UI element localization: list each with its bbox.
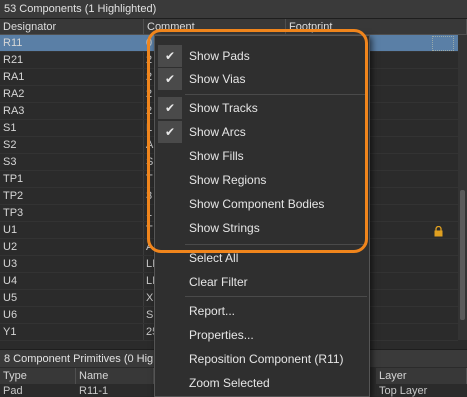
primitive-layer-cell: Top Layer <box>379 385 428 397</box>
designator-cell: TP3 <box>3 207 24 219</box>
primitive-name-cell: R11-1 <box>79 385 109 397</box>
menu-item-clear-filter[interactable]: Clear Filter <box>155 270 369 294</box>
menu-item-label: Clear Filter <box>189 275 248 289</box>
designator-cell: TP2 <box>3 190 24 202</box>
menu-item-label: Properties... <box>189 328 254 342</box>
menu-item-zoom-selected[interactable]: Zoom Selected <box>155 371 369 395</box>
highlight-outline <box>147 29 368 253</box>
menu-item-label: Reposition Component (R11) <box>189 352 344 366</box>
menu-item-label: Report... <box>189 304 236 318</box>
designator-cell: Y1 <box>3 326 17 338</box>
designator-cell: R11 <box>3 37 23 49</box>
column-header-layer[interactable]: Layer <box>376 368 467 384</box>
column-header-name[interactable]: Name <box>76 368 154 384</box>
panel-title: 53 Components (1 Highlighted) <box>0 0 467 19</box>
lock-icon <box>434 225 443 240</box>
column-header-designator[interactable]: Designator <box>0 19 144 35</box>
designator-cell: U5 <box>3 292 18 304</box>
designator-cell: RA2 <box>3 88 25 100</box>
designator-cell: S2 <box>3 139 17 151</box>
primitive-type-cell: Pad <box>3 385 23 397</box>
designator-cell: RA1 <box>3 71 25 83</box>
designator-cell: U1 <box>3 224 18 236</box>
designator-cell: S3 <box>3 156 17 168</box>
designator-cell: U3 <box>3 258 18 270</box>
menu-item-label: Zoom Selected <box>189 376 270 390</box>
designator-cell: S1 <box>3 122 17 134</box>
designator-cell: RA3 <box>3 105 25 117</box>
selected-cell-focus <box>432 36 454 51</box>
designator-cell: R21 <box>3 54 24 66</box>
menu-item-report[interactable]: Report... <box>155 299 369 323</box>
menu-item-reposition-component[interactable]: Reposition Component (R11) <box>155 347 369 371</box>
column-header-type[interactable]: Type <box>0 368 76 384</box>
designator-cell: U4 <box>3 275 18 287</box>
scrollbar-thumb[interactable] <box>460 190 465 320</box>
designator-cell: U2 <box>3 241 18 253</box>
designator-cell: TP1 <box>3 173 24 185</box>
menu-separator <box>185 296 367 297</box>
designator-cell: U6 <box>3 309 18 321</box>
menu-item-properties[interactable]: Properties... <box>155 323 369 347</box>
